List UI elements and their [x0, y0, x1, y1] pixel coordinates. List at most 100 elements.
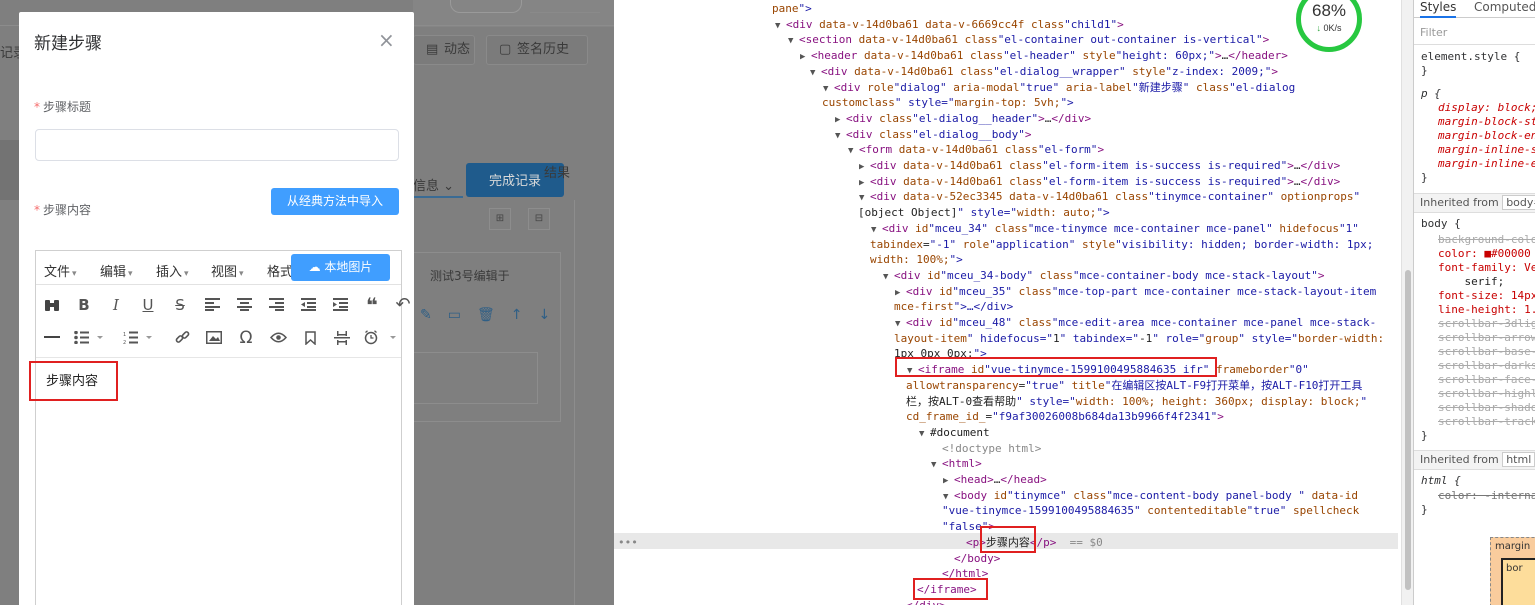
dom-node-line[interactable]: <header data-v-14d0ba61 class"el-header"…: [811, 49, 1288, 63]
menu-file[interactable]: 文件 ▾: [44, 261, 77, 280]
find-icon[interactable]: [36, 288, 68, 321]
strikethrough-icon[interactable]: S: [164, 288, 196, 321]
caret-icon: ▾: [72, 269, 77, 279]
bold-icon[interactable]: B: [68, 288, 100, 321]
scrollbar-prop: scrollbar-arrow: [1438, 331, 1535, 344]
dom-node-line[interactable]: <div role"dialog" aria-modal"true" aria-…: [834, 81, 1295, 95]
align-left-icon[interactable]: [196, 288, 228, 321]
expand-arrow-icon[interactable]: ▼: [835, 129, 840, 143]
dom-node-line[interactable]: <div data-v-14d0ba61 class"el-form-item …: [870, 175, 1340, 189]
dom-node-line[interactable]: #document: [930, 426, 990, 440]
horizontal-rule-icon[interactable]: [36, 321, 68, 354]
scrollbar-prop: scrollbar-highl: [1438, 387, 1535, 400]
collapse-arrow-icon[interactable]: ▶: [943, 474, 948, 488]
align-right-icon[interactable]: [260, 288, 292, 321]
menu-insert[interactable]: 插入 ▾: [156, 261, 189, 280]
dom-node-line[interactable]: <body id"tinymce" class"mce-content-body…: [954, 489, 1358, 503]
menu-edit[interactable]: 编辑 ▾: [100, 261, 133, 280]
preview-icon[interactable]: [262, 321, 294, 354]
dom-node-line[interactable]: <section data-v-14d0ba61 class"el-contai…: [799, 33, 1269, 47]
dom-node-line[interactable]: width: 100%;">: [870, 253, 963, 267]
inherited-from-html-header: Inherited from html: [1414, 450, 1535, 470]
bullet-list-icon[interactable]: [68, 321, 110, 354]
blockquote-icon[interactable]: ❝: [356, 288, 388, 321]
dom-node-line[interactable]: <head>…</head>: [954, 473, 1047, 487]
expand-arrow-icon[interactable]: ▼: [895, 317, 900, 331]
dom-node-line[interactable]: tabindex="-1" role"application" style"vi…: [870, 238, 1373, 252]
dom-node-line[interactable]: <div data-v-14d0ba61 data-v-6669cc4f cla…: [786, 18, 1124, 32]
dom-node-line[interactable]: <div id"mceu_48" class"mce-edit-area mce…: [906, 316, 1376, 330]
insert-time-icon[interactable]: [358, 321, 404, 354]
caret-icon: ▾: [184, 269, 189, 279]
styles-filter-input[interactable]: Filter: [1420, 26, 1447, 39]
dom-node-line[interactable]: <div data-v-52ec3345 data-v-14d0ba61 cla…: [870, 190, 1360, 204]
dom-node-line[interactable]: cd_frame_id_="f9af30026008b684da13b9966f…: [906, 410, 1224, 424]
dom-node-line[interactable]: mce-first">…</div>: [894, 300, 1013, 314]
bg-search-pill: [450, 0, 522, 13]
dom-node-line[interactable]: </body>: [954, 552, 1000, 566]
dom-node-line[interactable]: pane">: [772, 2, 812, 16]
expand-arrow-icon[interactable]: ▼: [859, 191, 864, 205]
close-icon[interactable]: ×: [378, 30, 395, 50]
indent-icon[interactable]: [324, 288, 356, 321]
collapse-arrow-icon[interactable]: ▶: [835, 113, 840, 127]
dom-node-line[interactable]: <div class"el-dialog__body">: [846, 128, 1031, 142]
menu-format[interactable]: 格式: [267, 261, 293, 280]
expand-arrow-icon[interactable]: ▼: [775, 19, 780, 33]
bookmark-icon[interactable]: [294, 321, 326, 354]
dom-node-line[interactable]: <div id"mceu_34-body" class"mce-containe…: [894, 269, 1325, 283]
bg-result-label: 结果: [544, 166, 571, 181]
dom-node-line[interactable]: <div data-v-14d0ba61 class"el-form-item …: [870, 159, 1340, 173]
step-title-input[interactable]: [35, 129, 399, 161]
annotation-box-iframe-close: [913, 578, 988, 600]
required-star: *: [34, 203, 40, 217]
dom-node-line[interactable]: <div id"mceu_35" class"mce-top-part mce-…: [906, 285, 1376, 299]
numbered-list-icon[interactable]: 12: [116, 321, 160, 354]
expand-arrow-icon[interactable]: ▼: [848, 144, 853, 158]
app-area: 记录 ▤ 动态 ▢ 签名历史 信息 ⌄ 完成记录 结果 ⊞ ⊟ 测试3号编辑于 …: [0, 0, 614, 605]
dom-node-line[interactable]: <!doctype html>: [942, 442, 1041, 456]
elements-scrollbar[interactable]: [1401, 0, 1413, 605]
dom-node-line[interactable]: <form data-v-14d0ba61 class"el-form">: [859, 143, 1104, 157]
expand-arrow-icon[interactable]: ▼: [919, 427, 924, 441]
expand-arrow-icon[interactable]: ▼: [871, 223, 876, 237]
expand-arrow-icon[interactable]: ▼: [810, 66, 815, 80]
collapse-arrow-icon[interactable]: ▶: [859, 160, 864, 174]
dom-node-line[interactable]: <div id"mceu_34" class"mce-tinymce mce-c…: [882, 222, 1359, 236]
scrollbar-thumb[interactable]: [1405, 270, 1411, 590]
dom-node-line[interactable]: [object Object]" style="width: auto;">: [858, 206, 1110, 220]
p-prop: display: block;: [1438, 101, 1535, 114]
dom-node-line[interactable]: <div class"el-dialog__header">…</div>: [846, 112, 1091, 126]
link-icon[interactable]: [166, 321, 198, 354]
expand-arrow-icon[interactable]: ▼: [883, 270, 888, 284]
menu-view[interactable]: 视图 ▾: [211, 261, 244, 280]
expand-arrow-icon[interactable]: ▼: [823, 82, 828, 96]
expand-arrow-icon[interactable]: ▼: [943, 490, 948, 504]
page-break-icon[interactable]: [326, 321, 358, 354]
underline-icon[interactable]: U: [132, 288, 164, 321]
expand-arrow-icon[interactable]: ▼: [788, 34, 793, 48]
special-character-icon[interactable]: Ω: [230, 321, 262, 354]
dom-node-line[interactable]: allowtransparency="true" title"在编辑区按ALT-…: [906, 379, 1362, 393]
collapse-arrow-icon[interactable]: ▶: [800, 50, 805, 64]
italic-icon[interactable]: I: [100, 288, 132, 321]
undo-icon[interactable]: ↶: [388, 288, 418, 321]
dom-node-line[interactable]: layout-item" hidefocus="1" tabindex="-1"…: [894, 332, 1384, 346]
dom-node-line[interactable]: customclass" style="margin-top: 5vh;">: [822, 96, 1074, 110]
align-center-icon[interactable]: [228, 288, 260, 321]
dom-node-line[interactable]: "vue-tinymce-1599100495884635" contented…: [942, 504, 1359, 518]
collapse-arrow-icon[interactable]: ▶: [859, 176, 864, 190]
dom-node-line[interactable]: <html>: [942, 457, 982, 471]
import-from-classic-button[interactable]: 从经典方法中导入: [271, 188, 399, 215]
dom-node-line[interactable]: 栏，按ALT-0查看帮助" style="width: 100%; height…: [906, 395, 1367, 409]
tab-computed[interactable]: Computed: [1474, 0, 1535, 14]
rule-close: }: [1421, 171, 1428, 184]
dom-node-line[interactable]: <div data-v-14d0ba61 class"el-dialog__wr…: [821, 65, 1278, 79]
image-icon[interactable]: [198, 321, 230, 354]
box-model-margin: margin bor: [1490, 537, 1535, 605]
local-image-button[interactable]: ☁ 本地图片: [291, 254, 390, 281]
expand-arrow-icon[interactable]: ▼: [931, 458, 936, 472]
outdent-icon[interactable]: [292, 288, 324, 321]
tab-styles[interactable]: Styles: [1420, 0, 1457, 18]
collapse-arrow-icon[interactable]: ▶: [895, 286, 900, 300]
